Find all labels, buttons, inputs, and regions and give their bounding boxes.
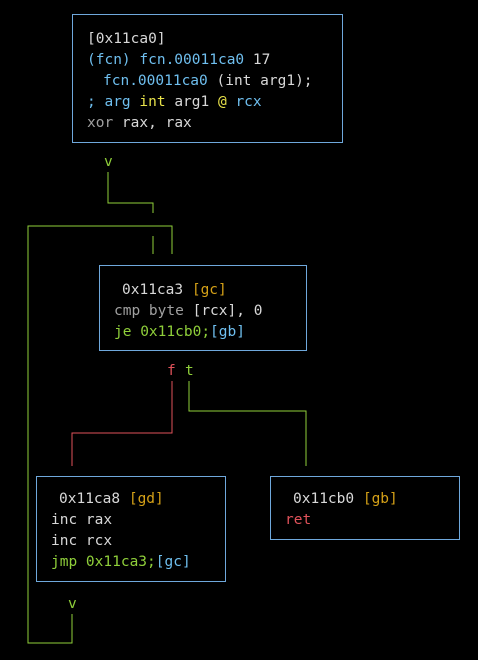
edge-gc-false-to-gd — [71, 381, 173, 466]
edge-entry-to-gc — [107, 172, 154, 213]
cfg-node-gd[interactable]: 0x11ca8 [gd] inc rax inc rcx jmp 0x11ca3… — [36, 476, 226, 582]
edge-label-false: f — [167, 363, 176, 379]
edge-gc-true-to-gb — [188, 381, 307, 466]
edge-label-gd-out: v — [68, 596, 77, 612]
gc-header: 0x11ca3 [gc] — [122, 282, 227, 298]
entry-arg-line: ; arg int arg1 @ rcx — [87, 94, 262, 110]
gb-header: 0x11cb0 [gb] — [293, 491, 398, 507]
gb-instruction-ret: ret — [285, 512, 312, 528]
gc-instruction-cmp: cmp byte [rcx], 0 — [114, 303, 263, 319]
entry-function-signature: fcn.00011ca0 (int arg1); — [103, 73, 313, 89]
gc-instruction-je: je 0x11cb0;[gb] — [114, 324, 245, 340]
cfg-node-entry[interactable]: [0x11ca0] (fcn) fcn.00011ca0 17 fcn.0001… — [72, 14, 343, 143]
gd-instruction-inc-rcx: inc rcx — [51, 533, 113, 549]
edge-label-entry-out: v — [104, 154, 113, 170]
edge-label-true: t — [185, 363, 194, 379]
entry-address-line: [0x11ca0] — [87, 31, 166, 47]
cfg-node-gb[interactable]: 0x11cb0 [gb] ret — [270, 476, 460, 540]
gd-header: 0x11ca8 [gd] — [59, 491, 164, 507]
cfg-node-gc[interactable]: 0x11ca3 [gc] cmp byte [rcx], 0 je 0x11cb… — [99, 265, 307, 351]
gd-instruction-jmp: jmp 0x11ca3;[gc] — [51, 554, 191, 570]
entry-function-header: (fcn) fcn.00011ca0 17 — [87, 52, 271, 68]
entry-instruction-xor: xor rax, rax — [87, 115, 192, 131]
gd-instruction-inc-rax: inc rax — [51, 512, 113, 528]
